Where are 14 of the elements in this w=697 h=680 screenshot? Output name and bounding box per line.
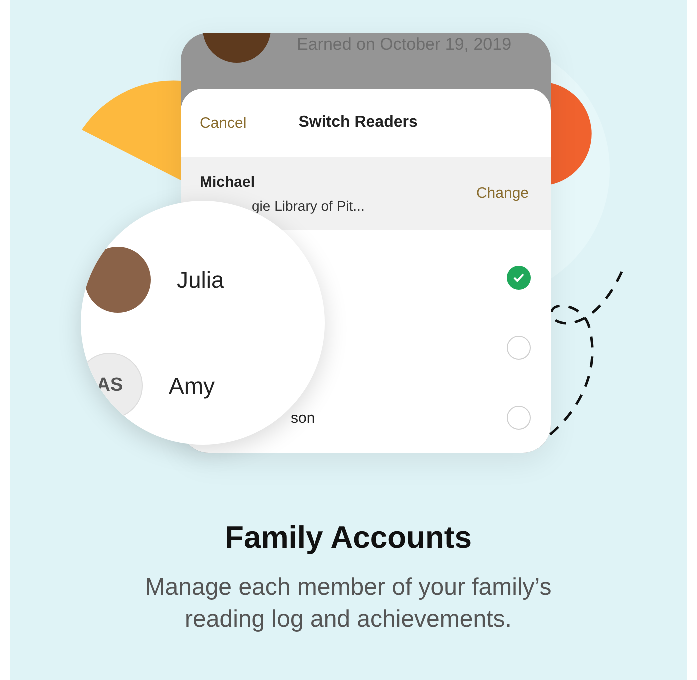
description: Manage each member of your family’s reading log and achievements. [144,573,553,635]
sheet-title: Switch Readers [298,114,418,132]
cancel-button[interactable]: Cancel [200,114,247,132]
reader-name: Amy [169,372,215,400]
heading: Family Accounts [225,520,472,556]
check-icon [513,273,525,283]
radio-button[interactable] [507,406,531,430]
reader-name: son [291,410,316,426]
reader-name: Julia [177,266,224,294]
radio-button[interactable] [507,266,531,290]
radio-button[interactable] [507,336,531,360]
reader-name: Michael [200,174,256,190]
library-name: gie Library of Pit... [251,198,365,214]
change-button[interactable]: Change [476,185,529,202]
